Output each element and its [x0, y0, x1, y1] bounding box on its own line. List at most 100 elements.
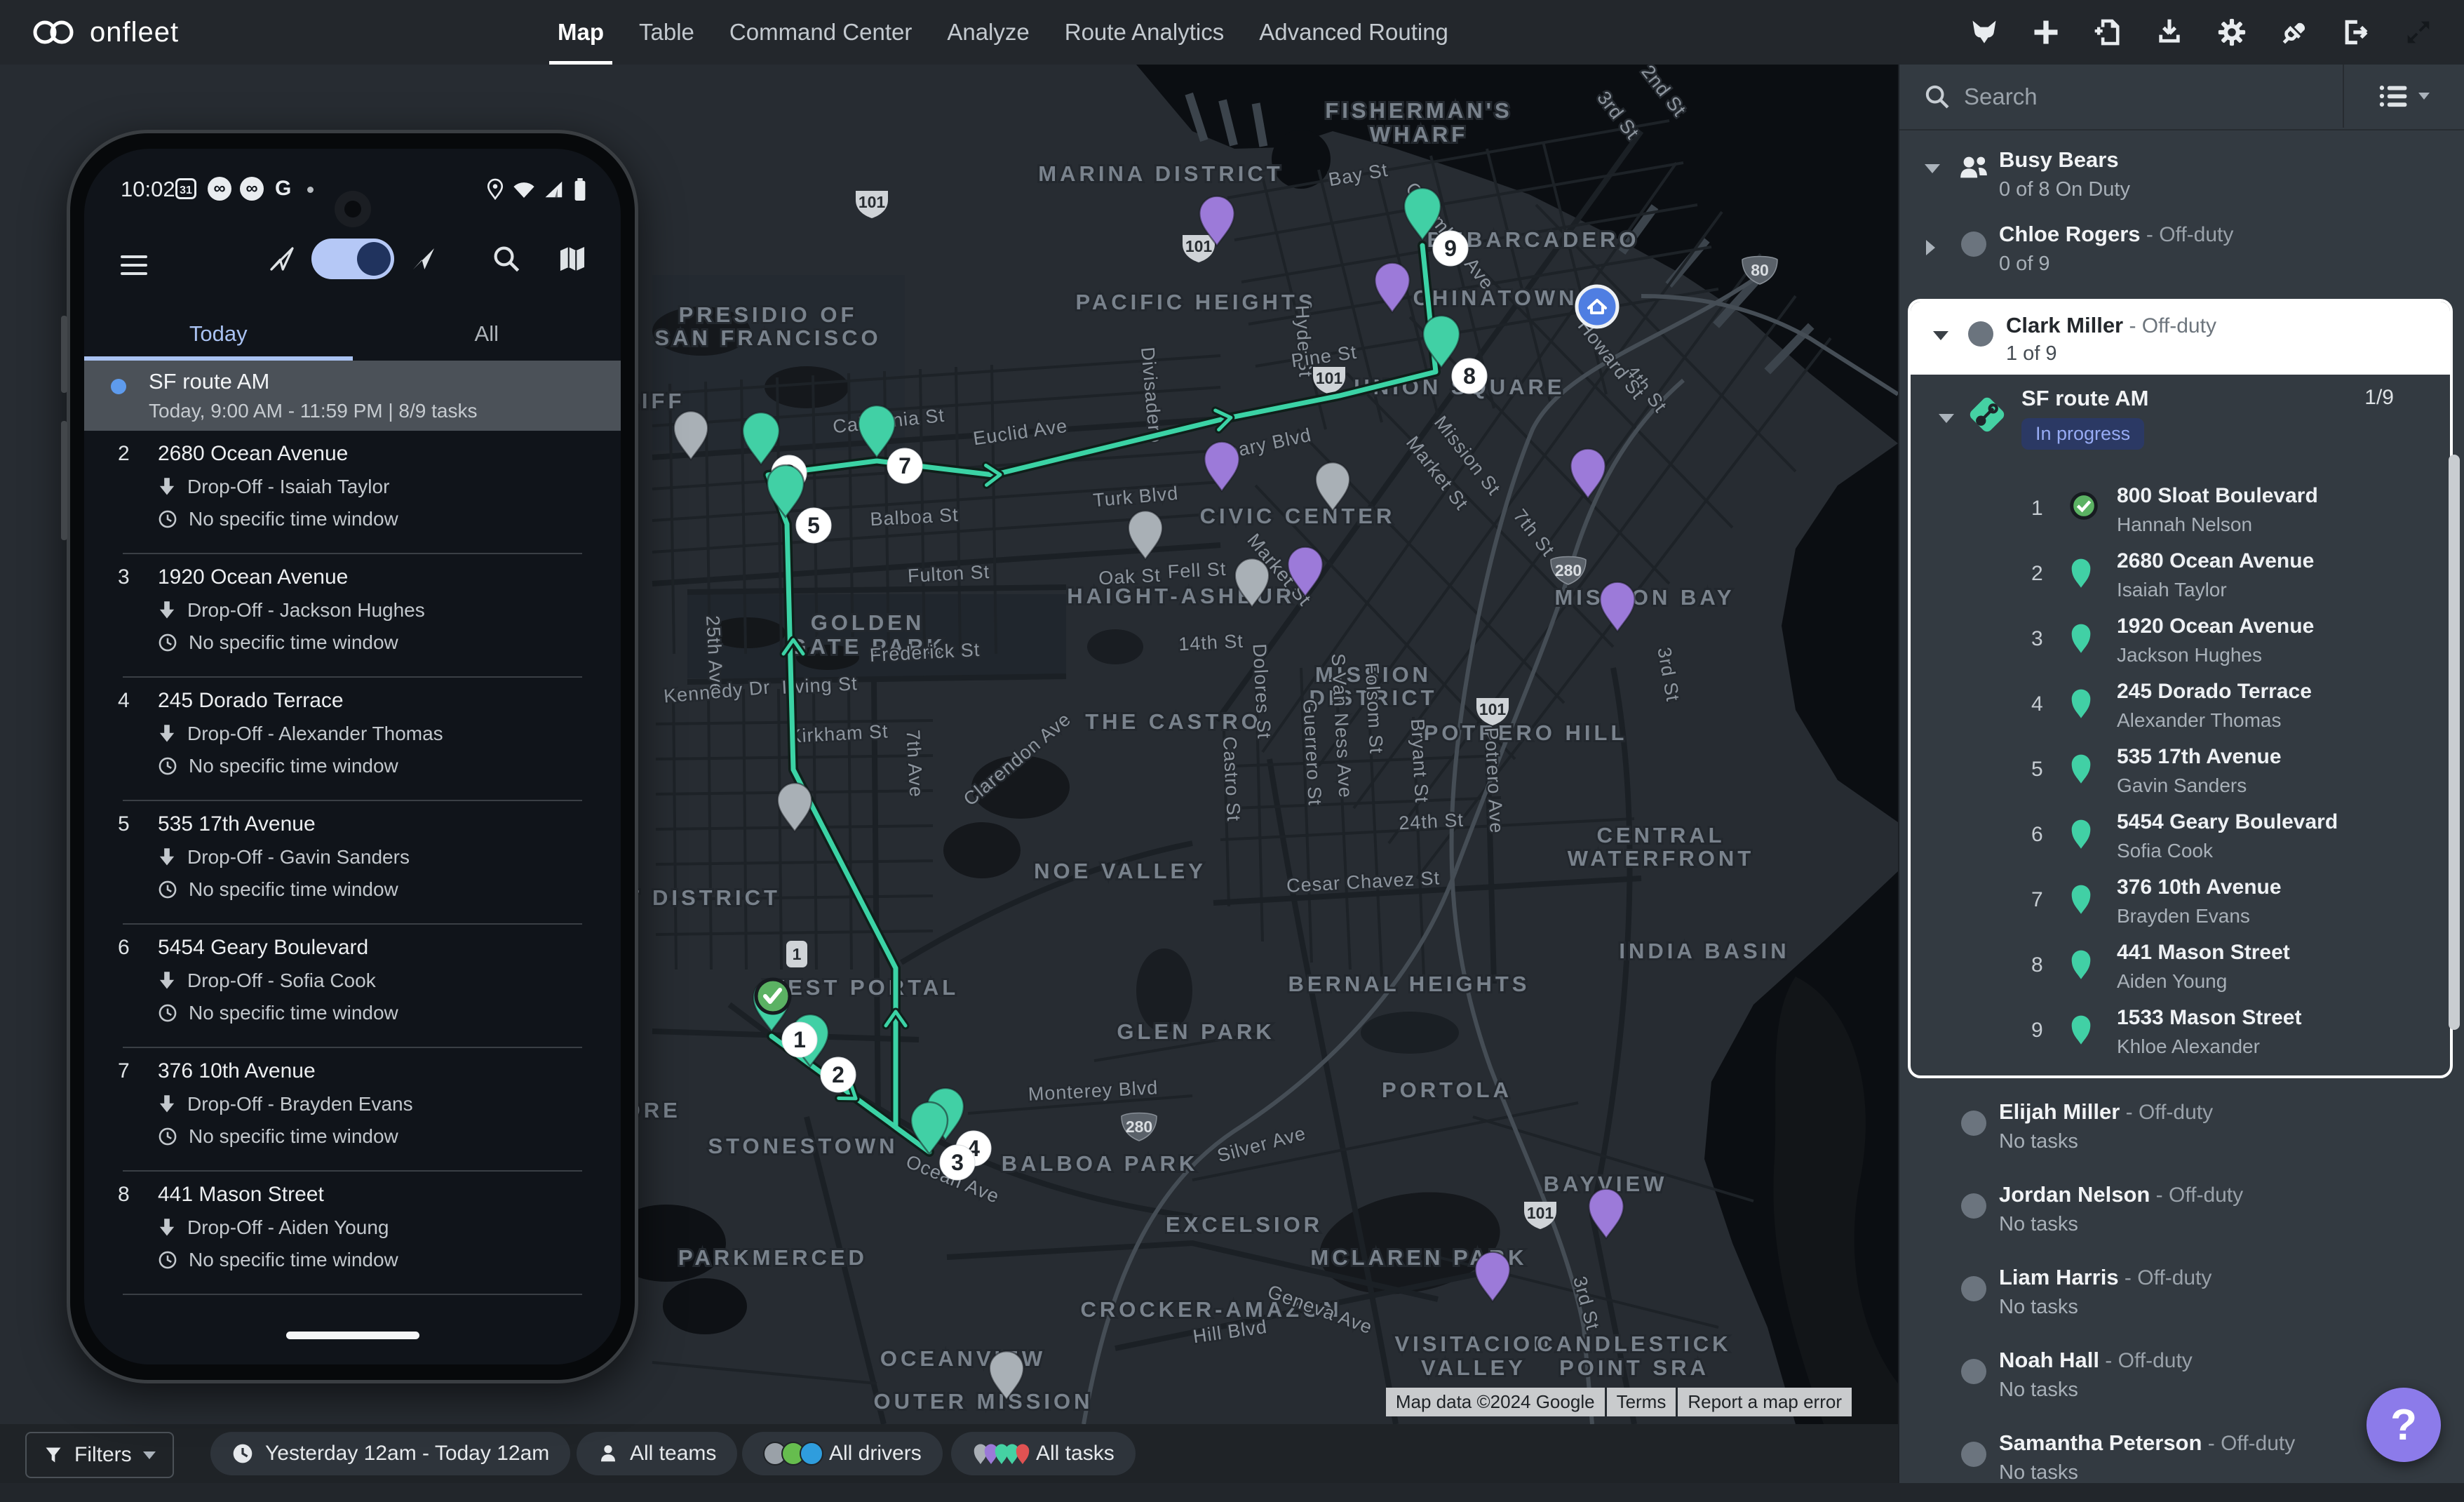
map-street-label: 7th Ave	[902, 730, 927, 798]
task-pins-icon	[972, 1442, 1025, 1465]
stop-number: 8	[2031, 953, 2043, 977]
task-time-window: No specific time window	[189, 508, 398, 530]
menu-icon[interactable]	[121, 250, 147, 281]
stop-address: 5454 Geary Boulevard	[2117, 810, 2338, 834]
task-dropoff: Drop-Off - Isaiah Taylor	[187, 476, 389, 498]
nav-item-route-analytics[interactable]: Route Analytics	[1065, 0, 1224, 65]
date-range-filter[interactable]: Yesterday 12am - Today 12am	[210, 1432, 570, 1475]
route-stop-row[interactable]: 7 376 10th Avenue Brayden Evans	[1911, 870, 2450, 935]
nav-item-advanced-routing[interactable]: Advanced Routing	[1259, 0, 1448, 65]
integrations-icon[interactable]	[2279, 17, 2310, 48]
route-summary-row[interactable]: SF route AM Today, 9:00 AM - 11:59 PM | …	[84, 361, 621, 431]
driver-row-liam-harris[interactable]: Liam Harris - Off-duty No tasks	[1899, 1254, 2464, 1336]
search-input[interactable]	[1963, 77, 2330, 116]
highway-shield-1: 1	[786, 941, 807, 967]
task-number: 6	[118, 936, 130, 960]
dropoff-icon	[158, 1218, 176, 1238]
phone-task-item[interactable]: 5 535 17th Avenue Drop-Off - Gavin Sande…	[84, 801, 621, 925]
stop-recipient: Aiden Young	[2117, 970, 2227, 993]
export-tasks-icon[interactable]	[2154, 17, 2185, 48]
stop-recipient: Gavin Sanders	[2117, 775, 2247, 797]
route-stop-row[interactable]: 3 1920 Ocean Avenue Jackson Hughes	[1911, 609, 2450, 674]
stop-pin-icon	[2069, 883, 2093, 918]
nav-item-analyze[interactable]: Analyze	[947, 0, 1029, 65]
selected-driver-card: Clark Miller - Off-duty 1 of 9 SF route …	[1908, 299, 2453, 1078]
teams-filter[interactable]: All teams	[577, 1432, 737, 1475]
driver-status: - Off-duty	[2119, 1266, 2212, 1289]
home-indicator[interactable]	[286, 1332, 419, 1339]
search-icon[interactable]	[492, 244, 521, 274]
route-stop-row[interactable]: 2 2680 Ocean Avenue Isaiah Taylor	[1911, 544, 2450, 609]
whats-new-icon[interactable]	[1969, 17, 2000, 48]
map-home-marker[interactable]	[1577, 286, 1617, 327]
map-icon[interactable]	[558, 244, 587, 274]
driver-row-elijah-miller[interactable]: Elijah Miller - Off-duty No tasks	[1899, 1088, 2464, 1171]
task-number: 8	[118, 1183, 130, 1207]
team-row-busy-bears[interactable]: Busy Bears 0 of 8 On Duty	[1899, 130, 2464, 209]
map-area-label: CANDLESTICK	[1537, 1332, 1731, 1356]
map-area-label: WEST PORTAL	[764, 975, 959, 1000]
driver-row-clark-miller[interactable]: Clark Miller - Off-duty 1 of 9	[1911, 302, 2450, 375]
tasks-filter-label: All tasks	[1036, 1442, 1115, 1466]
route-header[interactable]: SF route AM 1/9 In progress	[1911, 375, 2450, 478]
logout-icon[interactable]	[2341, 17, 2371, 48]
status-time: 10:02	[121, 177, 175, 202]
teams-filter-label: All teams	[630, 1442, 716, 1466]
add-task-icon[interactable]	[2031, 17, 2061, 48]
sidebar-scrollbar-thumb[interactable]	[2449, 455, 2460, 1030]
navigation-arrow-outline-icon[interactable]	[268, 245, 296, 273]
nav-item-map[interactable]: Map	[558, 0, 604, 65]
navigation-arrow-filled-icon[interactable]	[410, 245, 438, 273]
fullscreen-icon[interactable]	[2402, 16, 2435, 48]
nav-item-table[interactable]: Table	[639, 0, 694, 65]
stop-address: 2680 Ocean Avenue	[2117, 549, 2314, 573]
route-stop-row[interactable]: 4 245 Dorado Terrace Alexander Thomas	[1911, 674, 2450, 739]
tab-all[interactable]: All	[353, 311, 621, 361]
task-dropoff: Drop-Off - Brayden Evans	[187, 1093, 413, 1115]
phone-task-item[interactable]: 4 245 Dorado Terrace Drop-Off - Alexande…	[84, 678, 621, 801]
tasks-filter[interactable]: All tasks	[951, 1432, 1136, 1475]
google-notification-icon: G	[275, 177, 291, 201]
tab-today[interactable]: Today	[84, 311, 353, 361]
import-tasks-icon[interactable]	[2092, 17, 2123, 48]
route-stop-row[interactable]: 8 441 Mason Street Aiden Young	[1911, 935, 2450, 1000]
settings-icon[interactable]	[2216, 16, 2248, 48]
caret-down-icon	[1939, 414, 1954, 423]
phone-task-item[interactable]: 6 5454 Geary Boulevard Drop-Off - Sofia …	[84, 925, 621, 1048]
help-button[interactable]: ?	[2367, 1388, 2441, 1462]
terms-link[interactable]: Terms	[1607, 1388, 1676, 1416]
report-map-error-link[interactable]: Report a map error	[1678, 1388, 1852, 1416]
clock-icon	[231, 1442, 254, 1465]
stop-address: 800 Sloat Boulevard	[2117, 484, 2318, 508]
route-stop-row[interactable]: 6 5454 Geary Boulevard Sofia Cook	[1911, 805, 2450, 870]
phone-power-button	[61, 421, 67, 540]
map-data-credit: Map data ©2024 Google	[1386, 1388, 1605, 1416]
task-address: 245 Dorado Terrace	[158, 689, 344, 713]
date-range-label: Yesterday 12am - Today 12am	[265, 1442, 549, 1466]
list-view-toggle[interactable]	[2343, 65, 2464, 128]
phone-task-item[interactable]: 3 1920 Ocean Avenue Drop-Off - Jackson H…	[84, 554, 621, 678]
sidebar: Busy Bears 0 of 8 On Duty Chloe Rogers -…	[1898, 65, 2464, 1483]
driver-task-count: No tasks	[1999, 1130, 2464, 1153]
map-area-label: NOE VALLEY	[1034, 859, 1206, 883]
nav-item-command-center[interactable]: Command Center	[729, 0, 912, 65]
phone-task-item[interactable]: 2 2680 Ocean Avenue Drop-Off - Isaiah Ta…	[84, 431, 621, 554]
map-street-label: Oak St	[1098, 565, 1162, 589]
location-toggle[interactable]	[311, 239, 394, 279]
route-stop-row[interactable]: 1 800 Sloat Boulevard Hannah Nelson	[1911, 478, 2450, 544]
driver-row-chloe-rogers[interactable]: Chloe Rogers - Off-duty 0 of 9	[1899, 209, 2464, 292]
stop-pin-icon	[2069, 948, 2093, 984]
stop-address: 441 Mason Street	[2117, 941, 2290, 965]
avatar	[1961, 1111, 1986, 1136]
drivers-filter[interactable]: All drivers	[742, 1432, 943, 1475]
onfleet-dashboard: { "nav": { "logo": "onfleet", "items": […	[0, 0, 2464, 1483]
phone-task-item[interactable]: 8 441 Mason Street Drop-Off - Aiden Youn…	[84, 1172, 621, 1295]
svg-text:280: 280	[1126, 1118, 1152, 1136]
onfleet-logo[interactable]: onfleet	[31, 0, 179, 65]
task-dropoff: Drop-Off - Aiden Young	[187, 1216, 389, 1239]
route-stop-row[interactable]: 5 535 17th Avenue Gavin Sanders	[1911, 739, 2450, 805]
phone-task-item[interactable]: 7 376 10th Avenue Drop-Off - Brayden Eva…	[84, 1048, 621, 1172]
filters-button[interactable]: Filters	[25, 1432, 174, 1478]
driver-row-jordan-nelson[interactable]: Jordan Nelson - Off-duty No tasks	[1899, 1171, 2464, 1254]
route-stop-row[interactable]: 9 1533 Mason Street Khloe Alexander	[1911, 1000, 2450, 1066]
